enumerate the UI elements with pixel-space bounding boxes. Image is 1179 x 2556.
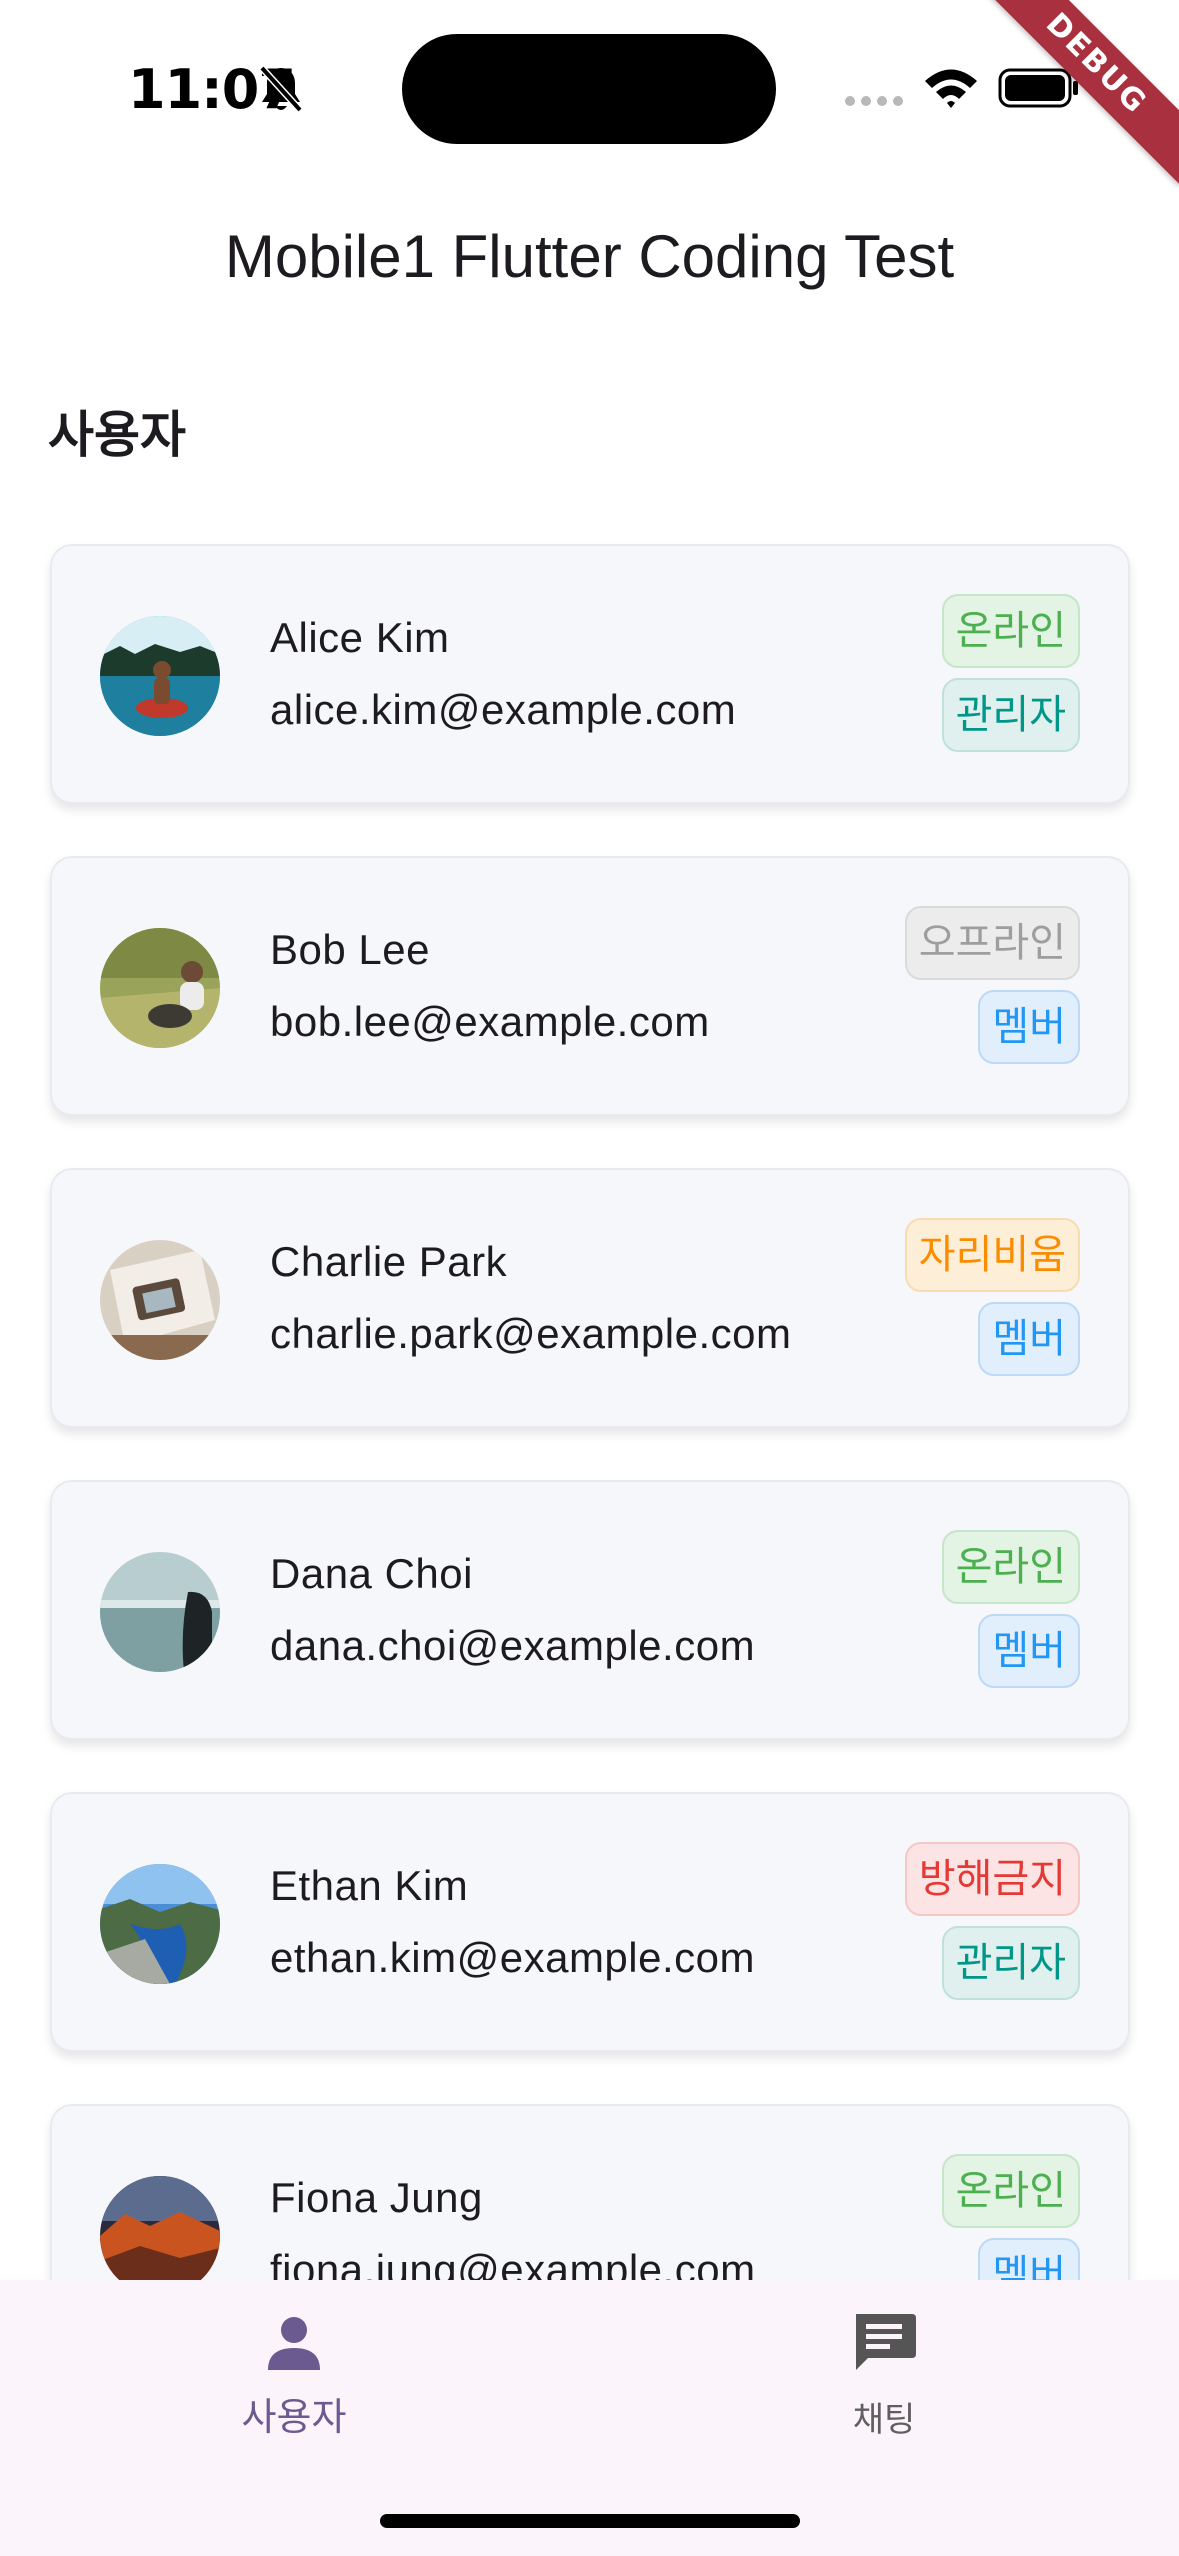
section-title: 사용자 — [48, 406, 186, 464]
user-name: Ethan Kim — [270, 1862, 469, 1909]
user-list[interactable]: Alice Kim alice.kim@example.com 온라인 관리자 … — [50, 544, 1130, 2416]
avatar — [100, 1552, 220, 1672]
bell-off-icon — [259, 65, 303, 113]
dynamic-island — [402, 34, 776, 144]
avatar — [100, 928, 220, 1048]
status-badge: 온라인 — [941, 1530, 1080, 1604]
wifi-icon — [925, 69, 977, 108]
user-card-dana[interactable]: Dana Choi dana.choi@example.com 온라인 멤버 — [50, 1480, 1130, 1740]
status-bar: 11:07 — [0, 0, 1179, 170]
role-badge: 멤버 — [978, 990, 1080, 1064]
user-card-ethan[interactable]: Ethan Kim ethan.kim@example.com 방해금지 관리자 — [50, 1792, 1130, 2052]
status-badge: 온라인 — [941, 594, 1080, 668]
person-icon — [268, 2317, 320, 2370]
role-badge: 관리자 — [941, 678, 1080, 752]
badge-group: 자리비움 멤버 — [904, 1218, 1080, 1376]
user-email: bob.lee@example.com — [270, 998, 710, 1045]
user-email: ethan.kim@example.com — [270, 1934, 755, 1981]
status-badge: 방해금지 — [904, 1842, 1080, 1916]
home-indicator[interactable] — [380, 2514, 800, 2528]
user-name: Bob Lee — [270, 926, 430, 973]
badge-group: 온라인 멤버 — [941, 1530, 1080, 1688]
avatar — [100, 616, 220, 736]
badge-group: 방해금지 관리자 — [904, 1842, 1080, 2000]
status-badge: 온라인 — [941, 2154, 1080, 2228]
user-name: Fiona Jung — [270, 2174, 483, 2221]
nav-item-users[interactable]: 사용자 — [144, 2308, 444, 2441]
chat-icon — [856, 2314, 916, 2370]
nav-label-chat: 채팅 — [852, 2400, 916, 2440]
battery-icon — [998, 68, 1078, 108]
user-email: charlie.park@example.com — [270, 1310, 792, 1357]
user-card-alice[interactable]: Alice Kim alice.kim@example.com 온라인 관리자 — [50, 544, 1130, 804]
user-card-charlie[interactable]: Charlie Park charlie.park@example.com 자리… — [50, 1168, 1130, 1428]
badge-group: 온라인 관리자 — [941, 594, 1080, 752]
bottom-navigation-bar: 사용자 채팅 — [0, 2280, 1179, 2556]
avatar — [100, 1864, 220, 1984]
user-email: alice.kim@example.com — [270, 686, 737, 733]
role-badge: 멤버 — [978, 1614, 1080, 1688]
status-badge: 자리비움 — [904, 1218, 1080, 1292]
nav-label-users: 사용자 — [241, 2395, 347, 2439]
signal-dots-icon — [845, 96, 903, 106]
avatar — [100, 1240, 220, 1360]
user-name: Charlie Park — [270, 1238, 508, 1285]
badge-group: 오프라인 멤버 — [904, 906, 1080, 1064]
status-badge: 오프라인 — [904, 906, 1080, 980]
user-name: Alice Kim — [270, 614, 450, 661]
user-name: Dana Choi — [270, 1550, 473, 1597]
role-badge: 멤버 — [978, 1302, 1080, 1376]
app-bar-title: Mobile1 Flutter Coding Test — [224, 223, 955, 290]
avatar — [100, 2176, 220, 2296]
nav-item-chat[interactable]: 채팅 — [734, 2308, 1034, 2441]
user-card-bob[interactable]: Bob Lee bob.lee@example.com 오프라인 멤버 — [50, 856, 1130, 1116]
user-email: dana.choi@example.com — [270, 1622, 756, 1669]
role-badge: 관리자 — [941, 1926, 1080, 2000]
